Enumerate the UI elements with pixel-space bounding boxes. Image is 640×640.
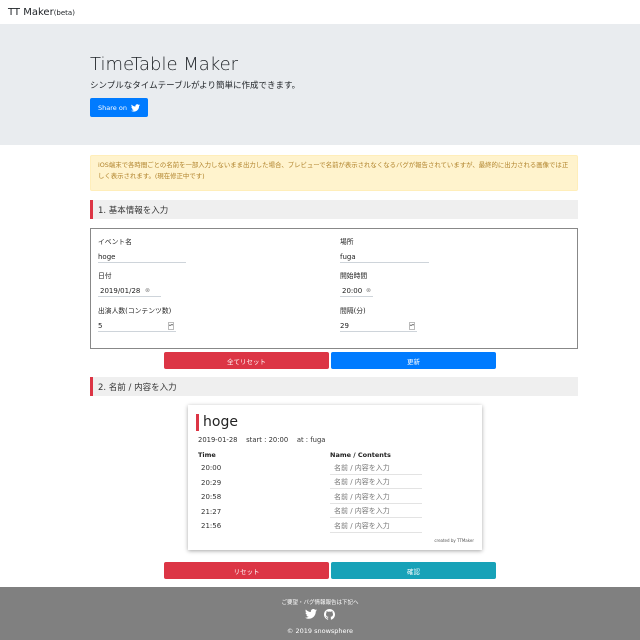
slot-time: 21:27: [201, 508, 222, 516]
footer-icons: [0, 609, 640, 620]
clock-icon[interactable]: ⊗: [366, 285, 371, 297]
twitter-icon[interactable]: [305, 609, 317, 619]
navbar: TT Maker(beta): [0, 0, 640, 24]
brand-link[interactable]: TT Maker(beta): [8, 7, 75, 18]
interval-stepper[interactable]: ▴▾: [409, 322, 415, 330]
slot-time: 20:29: [201, 479, 222, 487]
slot-name-input[interactable]: [330, 520, 422, 533]
slot-name-input[interactable]: [330, 462, 422, 475]
slot-name-input[interactable]: [330, 491, 422, 504]
brand-suffix: (beta): [53, 8, 75, 17]
confirm-button[interactable]: 確認: [331, 562, 496, 579]
interval-input[interactable]: [340, 320, 417, 332]
name-column-header: Name / Contents: [330, 451, 391, 459]
performers-input[interactable]: [98, 320, 176, 332]
slot-time: 20:58: [201, 493, 222, 501]
slot-time: 21:56: [201, 522, 222, 530]
interval-label: 間隔(分): [340, 307, 366, 315]
date-input[interactable]: [98, 285, 161, 297]
hero: TimeTable Maker シンプルなタイムテーブルがより簡単に作成できます…: [0, 24, 640, 145]
preview-meta: 2019-01-28 start : 20:00 at : fuga: [198, 436, 326, 444]
brand-name: TT Maker: [8, 6, 54, 18]
page-subtitle: シンプルなタイムテーブルがより簡単に作成できます。: [90, 81, 301, 91]
basic-info-form: イベント名 日付 ⊗ 出演人数(コンテンツ数) ▴▾ 場所 開始時間 ⊗ 間隔(…: [90, 228, 578, 349]
place-label: 場所: [340, 238, 354, 246]
slot-time: 20:00: [201, 464, 222, 472]
twitter-icon: [130, 103, 140, 112]
timetable-preview: hoge 2019-01-28 start : 20:00 at : fuga …: [188, 405, 482, 550]
github-icon[interactable]: [324, 609, 335, 620]
preview-title: hoge: [203, 414, 238, 430]
section-basic-info-heading: 1. 基本情報を入力: [90, 200, 578, 219]
bug-notice-alert: iOS端末で各時間ごとの名前を一部入力しないまま出力した場合、プレビューで名前が…: [90, 155, 578, 191]
title-accent-bar: [196, 414, 199, 431]
event-name-label: イベント名: [98, 238, 132, 246]
update-button[interactable]: 更新: [331, 352, 496, 369]
time-column-header: Time: [198, 451, 216, 459]
footer-note: ご要望・バグ情報報告は下記へ: [281, 600, 359, 606]
date-label: 日付: [98, 272, 112, 280]
start-time-label: 開始時間: [340, 272, 368, 280]
reset-all-button[interactable]: 全てリセット: [164, 352, 329, 369]
section-names-heading: 2. 名前 / 内容を入力: [90, 377, 578, 396]
slot-name-input[interactable]: [330, 476, 422, 489]
page-title: TimeTable Maker: [90, 54, 239, 75]
share-label: Share on: [98, 103, 127, 112]
slot-name-input[interactable]: [330, 505, 422, 518]
performers-stepper[interactable]: ▴▾: [168, 322, 174, 330]
preview-credit: created by TTMaker: [434, 538, 474, 543]
share-twitter-button[interactable]: Share on: [90, 98, 148, 117]
event-name-input[interactable]: [98, 251, 186, 263]
reset-button[interactable]: リセット: [164, 562, 329, 579]
footer-copyright: © 2019 snowsphere: [286, 627, 354, 635]
performers-label: 出演人数(コンテンツ数): [98, 307, 172, 315]
place-input[interactable]: [340, 251, 429, 263]
calendar-icon[interactable]: ⊗: [145, 285, 150, 297]
